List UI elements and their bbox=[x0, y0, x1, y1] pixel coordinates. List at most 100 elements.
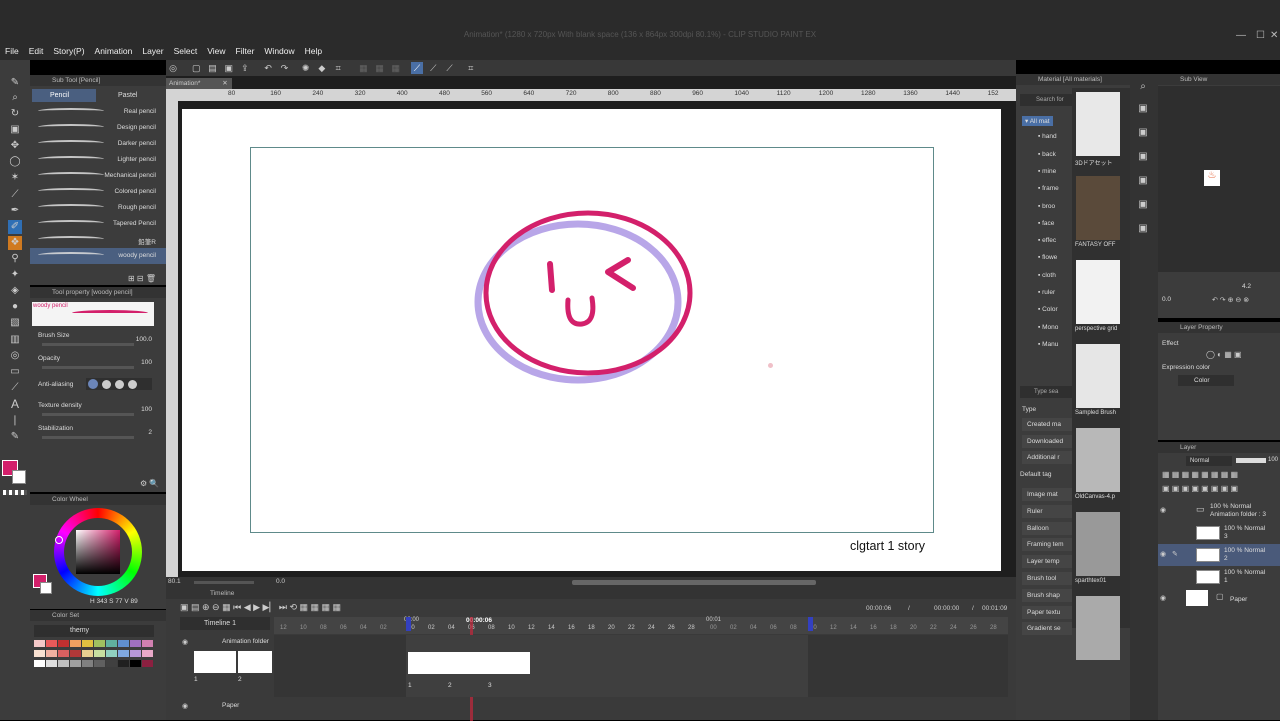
layer-row-selected[interactable]: ◉ ✎ 100 % Normal 2 bbox=[1158, 544, 1280, 566]
menu-window[interactable]: Window bbox=[259, 42, 299, 60]
frame-cell[interactable] bbox=[238, 651, 272, 673]
panel-icon[interactable]: ▣ bbox=[1136, 174, 1150, 188]
timeline-selector[interactable]: Timeline 1 bbox=[180, 617, 270, 630]
material-type-button[interactable]: Additional r bbox=[1022, 451, 1072, 464]
timeline-tools[interactable]: ▣ ▤ ⊕ ⊖ ▦ ⏮ ◀ ▶ ▶▏ ⏭ ⟲ ▦ ▦ ▦ ▦ bbox=[180, 602, 341, 613]
track-paper[interactable]: Paper bbox=[180, 699, 272, 713]
color-swatch[interactable] bbox=[142, 650, 153, 657]
blend-mode-select[interactable]: Normal bbox=[1186, 456, 1232, 466]
material-tree-item[interactable]: ▪ mine bbox=[1038, 168, 1056, 175]
start-marker[interactable] bbox=[406, 617, 411, 631]
operation-icon[interactable]: ↻ bbox=[8, 107, 22, 121]
material-thumbnail[interactable] bbox=[1076, 260, 1120, 324]
material-tree-item[interactable]: ▪ Manu bbox=[1038, 341, 1058, 348]
transform-icon[interactable]: ▦ bbox=[357, 62, 369, 74]
navigator-icon[interactable]: ⌕ bbox=[1136, 80, 1150, 94]
expression-color-select[interactable]: Color bbox=[1178, 375, 1234, 386]
material-tag-button[interactable]: Layer temp bbox=[1022, 555, 1072, 569]
sub-view-image[interactable]: ♨ bbox=[1158, 86, 1280, 272]
subtool-item[interactable]: Real pencil bbox=[30, 104, 166, 120]
material-tree[interactable]: ▾ All mat ▪ hand ▪ back ▪ mine ▪ frame ▪ broo… bbox=[1020, 116, 1074, 356]
material-thumbnails[interactable]: 3Dドアセット FANTASY OFF perspective grid Sample… bbox=[1072, 88, 1130, 660]
frame-cell[interactable] bbox=[194, 651, 236, 673]
color-swatch[interactable] bbox=[106, 650, 117, 657]
color-swatch[interactable] bbox=[58, 640, 69, 647]
color-swatch[interactable] bbox=[118, 660, 129, 667]
material-tree-item[interactable]: ▪ hand bbox=[1038, 133, 1057, 140]
angle-value[interactable]: 0.0 bbox=[276, 578, 285, 585]
subtool-item[interactable]: Lighter pencil bbox=[30, 152, 166, 168]
hue-ring[interactable] bbox=[54, 508, 142, 596]
material-tag-button[interactable]: Paper textu bbox=[1022, 605, 1072, 619]
material-tree-item[interactable]: ▪ Mono bbox=[1038, 324, 1058, 331]
material-tree-item[interactable]: ▪ frame bbox=[1038, 185, 1059, 192]
color-swatch[interactable] bbox=[34, 640, 45, 647]
color-swatch[interactable] bbox=[58, 650, 69, 657]
deselect-icon[interactable]: ▦ bbox=[374, 62, 386, 74]
material-tree-item[interactable]: ▪ Color bbox=[1038, 306, 1058, 313]
layer-row[interactable]: 100 % Normal 3 bbox=[1158, 522, 1280, 544]
effect-icons[interactable]: ◯ ◐ ▦ ▣ bbox=[1206, 350, 1242, 359]
material-tree-item[interactable]: ▪ back bbox=[1038, 151, 1056, 158]
color-swatch[interactable] bbox=[82, 640, 93, 647]
subview-angle[interactable]: 0.0 bbox=[1162, 296, 1171, 303]
color-swatch[interactable] bbox=[46, 660, 57, 667]
frame-cell[interactable] bbox=[448, 652, 488, 674]
correct-line-icon[interactable]: ✎ bbox=[8, 430, 22, 444]
color-swatch[interactable] bbox=[46, 640, 57, 647]
eye-icon[interactable]: ◉ bbox=[1160, 550, 1166, 558]
layer-tool-icons[interactable]: ▦ ▦ ▦ ▦ ▦ ▦ ▦ ▦ bbox=[1162, 470, 1238, 479]
brush-size-slider[interactable] bbox=[42, 343, 134, 346]
color-swatches[interactable] bbox=[34, 639, 156, 689]
subtool-item[interactable]: Darker pencil bbox=[30, 136, 166, 152]
snap-ruler-icon[interactable]: ⟋ bbox=[411, 62, 424, 74]
color-swatch[interactable] bbox=[94, 660, 105, 667]
material-thumbnail[interactable] bbox=[1076, 92, 1120, 156]
eye-icon[interactable]: ◉ bbox=[182, 638, 188, 646]
eraser-icon[interactable]: ◈ bbox=[8, 284, 22, 298]
menu-animation[interactable]: Animation bbox=[90, 42, 138, 60]
color-swatch[interactable] bbox=[106, 640, 117, 647]
maximize-icon[interactable]: ☐ bbox=[1256, 30, 1265, 41]
material-tree-item[interactable]: ▪ effec bbox=[1038, 237, 1056, 244]
eyedropper-icon[interactable]: ⟋ bbox=[8, 188, 22, 202]
crop-icon[interactable]: ⌗ bbox=[332, 62, 344, 74]
menu-layer[interactable]: Layer bbox=[137, 42, 168, 60]
layer-opacity[interactable]: 100 bbox=[1268, 457, 1278, 463]
blend-icon[interactable]: ● bbox=[8, 300, 22, 314]
layer-row[interactable]: 100 % Normal 1 bbox=[1158, 566, 1280, 588]
material-tag-button[interactable]: Ruler bbox=[1022, 504, 1072, 518]
subtool-item[interactable]: 鉛筆R bbox=[30, 232, 166, 248]
panel-icon[interactable]: ▣ bbox=[1136, 222, 1150, 236]
subview-zoom[interactable]: 4.2 bbox=[1242, 283, 1251, 290]
zoom-icon[interactable]: ⌕ bbox=[8, 91, 22, 105]
minimize-icon[interactable]: — bbox=[1236, 30, 1246, 41]
text-icon[interactable]: A bbox=[8, 397, 22, 411]
end-marker[interactable] bbox=[808, 617, 813, 631]
menu-help[interactable]: Help bbox=[300, 42, 327, 60]
material-tree-item[interactable]: ▪ cloth bbox=[1038, 272, 1056, 279]
color-swatch[interactable] bbox=[130, 640, 141, 647]
material-tag-button[interactable]: Brush tool bbox=[1022, 572, 1072, 585]
material-tree-item[interactable]: ▾ All mat bbox=[1022, 116, 1053, 126]
ruler-icon[interactable]: ⟋ bbox=[8, 381, 22, 395]
frame-cell[interactable] bbox=[408, 652, 448, 674]
grid-icon[interactable]: ⌗ bbox=[465, 62, 477, 74]
color-swatch[interactable] bbox=[142, 660, 153, 667]
material-tag-button[interactable]: Image mat bbox=[1022, 488, 1072, 501]
subtool-item-selected[interactable]: woody pencil bbox=[30, 248, 166, 264]
color-swatch[interactable] bbox=[70, 660, 81, 667]
sub-color-swatch[interactable] bbox=[40, 582, 52, 594]
color-swatch[interactable] bbox=[130, 660, 141, 667]
opacity-slider[interactable] bbox=[1236, 458, 1266, 463]
document-tab[interactable]: Animation* ✕ bbox=[166, 78, 232, 89]
stabilization-value[interactable]: 2 bbox=[148, 429, 152, 436]
decoration-icon[interactable]: ✦ bbox=[8, 268, 22, 282]
subtool-actions-icon[interactable]: ⊞ ⊟ 🗑 bbox=[128, 274, 156, 283]
horizontal-scrollbar[interactable] bbox=[572, 580, 816, 585]
redo-icon[interactable]: ↷ bbox=[278, 62, 290, 74]
color-swatch[interactable] bbox=[34, 650, 45, 657]
export-icon[interactable]: ⇪ bbox=[239, 62, 251, 74]
open-icon[interactable]: ▤ bbox=[206, 62, 218, 74]
gradient-icon[interactable]: ▥ bbox=[8, 333, 22, 347]
